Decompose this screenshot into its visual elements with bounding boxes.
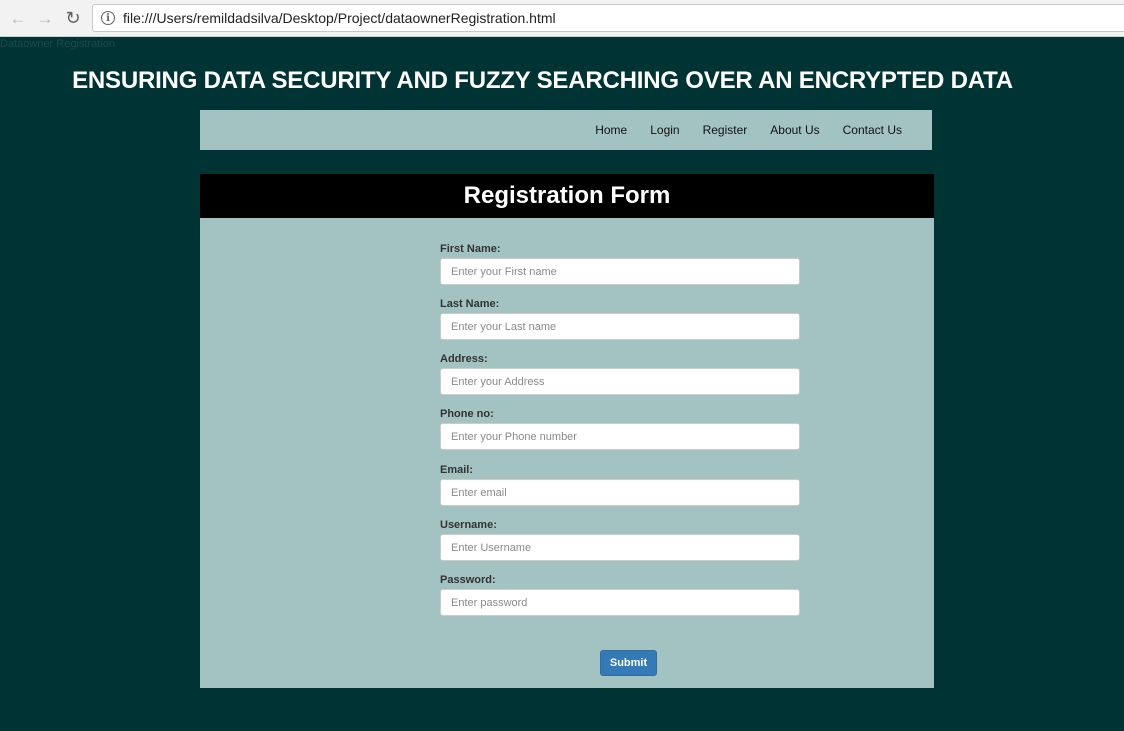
first-name-label: First Name: xyxy=(440,243,501,255)
last-name-input[interactable] xyxy=(440,313,800,340)
username-label: Username: xyxy=(440,519,497,531)
email-input[interactable] xyxy=(440,479,800,506)
address-input[interactable] xyxy=(440,368,800,395)
nav-contact-link[interactable]: Contact Us xyxy=(843,123,902,137)
address-bar[interactable]: i file:///Users/remildadsilva/Desktop/Pr… xyxy=(92,4,1124,32)
registration-form: First Name: Last Name: Address: Phone no… xyxy=(440,242,800,628)
nav-register-link[interactable]: Register xyxy=(703,123,748,137)
info-icon[interactable]: i xyxy=(101,11,115,25)
main-nav: Home Login Register About Us Contact Us xyxy=(200,110,932,150)
phone-label: Phone no: xyxy=(440,408,494,420)
nav-about-link[interactable]: About Us xyxy=(770,123,819,137)
username-group: Username: xyxy=(440,518,800,561)
nav-login-link[interactable]: Login xyxy=(650,123,679,137)
password-input[interactable] xyxy=(440,589,800,616)
submit-button[interactable]: Submit xyxy=(600,650,657,676)
last-name-group: Last Name: xyxy=(440,297,800,340)
registration-form-panel: Registration Form First Name: Last Name:… xyxy=(200,174,934,688)
back-arrow-icon[interactable]: ← xyxy=(7,7,29,29)
password-group: Password: xyxy=(440,573,800,616)
password-label: Password: xyxy=(440,574,496,586)
email-group: Email: xyxy=(440,463,800,506)
last-name-label: Last Name: xyxy=(440,298,500,310)
username-input[interactable] xyxy=(440,534,800,561)
email-label: Email: xyxy=(440,464,474,476)
first-name-group: First Name: xyxy=(440,242,800,285)
forward-arrow-icon[interactable]: → xyxy=(34,7,56,29)
site-title: ENSURING DATA SECURITY AND FUZZY SEARCHI… xyxy=(72,67,1013,94)
reload-icon[interactable]: ↻ xyxy=(62,7,84,29)
browser-toolbar: ← → ↻ i file:///Users/remildadsilva/Desk… xyxy=(0,0,1124,37)
page-tab-title: Dataowner Registration xyxy=(0,38,115,50)
first-name-input[interactable] xyxy=(440,258,800,285)
form-title: Registration Form xyxy=(200,174,934,218)
url-text[interactable]: file:///Users/remildadsilva/Desktop/Proj… xyxy=(123,10,556,26)
phone-group: Phone no: xyxy=(440,407,800,450)
address-label: Address: xyxy=(440,353,488,365)
address-group: Address: xyxy=(440,352,800,395)
nav-home-link[interactable]: Home xyxy=(595,123,627,137)
phone-input[interactable] xyxy=(440,423,800,450)
